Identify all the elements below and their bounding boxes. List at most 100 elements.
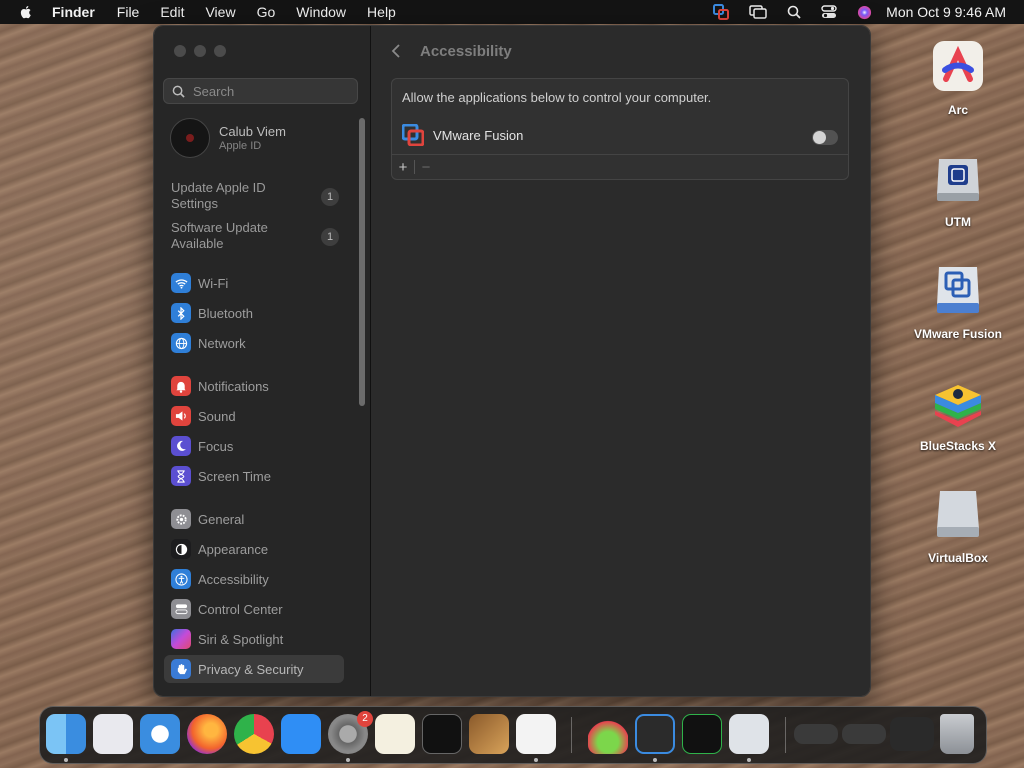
menu-edit[interactable]: Edit <box>160 4 184 20</box>
dock-chrome-icon[interactable] <box>234 714 274 754</box>
privacy-hand-icon <box>171 659 191 679</box>
menu-file[interactable]: File <box>117 4 140 20</box>
back-chevron-icon[interactable] <box>391 43 401 59</box>
dock-running-indicator <box>653 758 657 762</box>
desktop-icon-bluestacks[interactable]: BlueStacks X <box>908 375 1008 453</box>
sidebar-item-siri-spotlight[interactable]: Siri & Spotlight <box>164 625 344 653</box>
dock-running-indicator <box>534 758 538 762</box>
minimize-button[interactable] <box>194 45 206 57</box>
page-title: Accessibility <box>420 43 512 60</box>
sidebar-scrollbar[interactable] <box>359 118 365 406</box>
dock-running-indicator <box>64 758 68 762</box>
sidebar-item-screen-time[interactable]: Screen Time <box>164 462 344 490</box>
sidebar-item-network[interactable]: Network <box>164 329 344 357</box>
desktop-icon-arc[interactable]: Arc <box>908 39 1008 117</box>
menu-view[interactable]: View <box>205 4 235 20</box>
dock-app-store-icon[interactable] <box>281 714 321 754</box>
notifications-bell-icon <box>171 376 191 396</box>
menu-window[interactable]: Window <box>296 4 346 20</box>
desktop-icon-vmware-fusion[interactable]: VMware Fusion <box>908 263 1008 341</box>
sidebar-item-sound[interactable]: Sound <box>164 402 344 430</box>
app-name: VMware Fusion <box>433 127 524 143</box>
arc-app-icon <box>931 39 985 93</box>
dock-separator <box>785 717 786 753</box>
dock-macos-installer-icon[interactable] <box>588 714 628 754</box>
desktop-icon-utm[interactable]: UTM <box>908 151 1008 229</box>
search-input[interactable] <box>191 82 345 100</box>
dock-trash-icon[interactable] <box>940 714 974 754</box>
desktop-icon-virtualbox[interactable]: VirtualBox <box>908 487 1008 565</box>
dock-activity-monitor-icon[interactable] <box>682 714 722 754</box>
notice-label: Software Update Available <box>171 220 268 251</box>
sidebar-item-label: Sound <box>198 408 236 424</box>
control-center-icon[interactable] <box>821 5 837 19</box>
notice-update-apple-id[interactable]: Update Apple ID Settings 1 <box>171 180 351 212</box>
menu-bar: Finder File Edit View Go Window Help Mon… <box>0 0 1024 24</box>
dock-safari-icon[interactable] <box>140 714 180 754</box>
sidebar-item-appearance[interactable]: Appearance <box>164 535 344 563</box>
desktop-icon-label: Arc <box>947 103 968 117</box>
dock-garageband-icon[interactable] <box>469 714 509 754</box>
dock-vscode-icon[interactable] <box>516 714 556 754</box>
sidebar-item-label: Focus <box>198 438 234 454</box>
sidebar-item-label: Notifications <box>198 378 269 394</box>
panel-description: Allow the applications below to control … <box>402 90 712 105</box>
screen-time-hourglass-icon <box>171 466 191 486</box>
remove-app-button[interactable]: − <box>415 159 437 176</box>
sidebar-item-control-center[interactable]: Control Center <box>164 595 344 623</box>
desktop-icon-label: VirtualBox <box>928 551 988 565</box>
menu-clock[interactable]: Mon Oct 9 9:46 AM <box>886 4 1006 20</box>
zoom-button[interactable] <box>214 45 226 57</box>
sidebar-item-bluetooth[interactable]: Bluetooth <box>164 299 344 327</box>
notice-software-update[interactable]: Software Update Available 1 <box>171 220 351 252</box>
siri-orb-icon <box>171 629 191 649</box>
sidebar-item-wifi[interactable]: Wi-Fi <box>164 269 344 297</box>
dock-vmware-fusion-icon[interactable] <box>635 714 675 754</box>
spotlight-search-icon[interactable] <box>787 5 801 19</box>
dock-terminal-icon[interactable] <box>422 714 462 754</box>
sidebar-item-notifications[interactable]: Notifications <box>164 372 344 400</box>
virtualbox-disk-icon <box>931 487 985 541</box>
siri-icon[interactable] <box>857 5 872 20</box>
search-field[interactable] <box>163 78 358 104</box>
sidebar-item-general[interactable]: General <box>164 505 344 533</box>
add-app-button[interactable]: + <box>392 159 414 176</box>
dock-textedit-icon[interactable] <box>375 714 415 754</box>
avatar <box>170 118 210 158</box>
dock-finder-icon[interactable] <box>46 714 86 754</box>
vmware-fusion-toggle[interactable] <box>812 130 838 145</box>
search-icon <box>172 85 185 98</box>
dock-firefox-icon[interactable] <box>187 714 227 754</box>
sidebar-item-accessibility[interactable]: Accessibility <box>164 565 344 593</box>
control-center-toggles-icon <box>171 599 191 619</box>
sidebar-item-focus[interactable]: Focus <box>164 432 344 460</box>
sidebar-item-privacy-security[interactable]: Privacy & Security <box>164 655 344 683</box>
sidebar-item-label: General <box>198 511 245 527</box>
focus-moon-icon <box>171 436 191 456</box>
sidebar-item-label: Appearance <box>198 541 269 557</box>
desktop-icon-label: BlueStacks X <box>919 439 997 453</box>
dock-minimized-window[interactable] <box>842 724 886 744</box>
menu-help[interactable]: Help <box>367 4 396 20</box>
dock-downloads-icon[interactable] <box>729 714 769 754</box>
apple-menu-icon[interactable] <box>18 4 34 20</box>
sidebar-item-label: Control Center <box>198 601 283 617</box>
dock-launchpad-icon[interactable] <box>93 714 133 754</box>
dock-minimized-window[interactable] <box>794 724 838 744</box>
dock-minimized-window[interactable] <box>890 717 934 751</box>
sidebar-item-label: Bluetooth <box>198 305 253 321</box>
dock-settings-badge: 2 <box>357 711 373 727</box>
apple-id-account[interactable]: Calub Viem Apple ID <box>170 118 286 158</box>
vmware-status-icon[interactable] <box>713 4 730 20</box>
menu-go[interactable]: Go <box>257 4 276 20</box>
screen-mirror-icon[interactable] <box>749 5 767 19</box>
appearance-icon <box>171 539 191 559</box>
close-button[interactable] <box>174 45 186 57</box>
system-settings-window: Calub Viem Apple ID Update Apple ID Sett… <box>153 25 871 697</box>
menu-app-finder[interactable]: Finder <box>52 4 95 20</box>
dock-running-indicator <box>346 758 350 762</box>
sidebar-item-label: Privacy & Security <box>198 661 304 677</box>
bluestacks-icon <box>931 375 985 429</box>
sound-speaker-icon <box>171 406 191 426</box>
general-gear-icon <box>171 509 191 529</box>
